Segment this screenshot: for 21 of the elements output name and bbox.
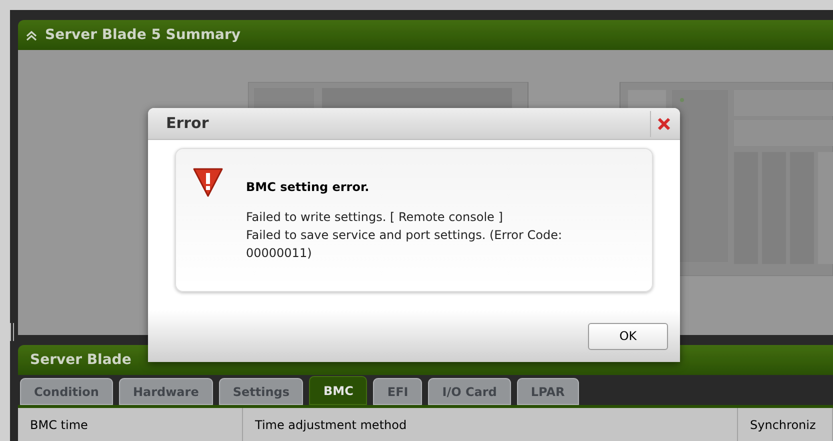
panel-title: Server Blade <box>30 350 132 370</box>
column-header[interactable]: Synchroniz <box>738 408 833 441</box>
error-message: Failed to save service and port settings. (Error Code: 00000011) <box>246 227 563 262</box>
ok-button[interactable]: OK <box>588 322 668 350</box>
collapse-chevron-icon[interactable] <box>26 30 37 40</box>
column-header[interactable]: BMC time <box>18 408 243 441</box>
tab[interactable]: EFI <box>373 378 422 405</box>
close-icon <box>656 116 670 130</box>
tab[interactable]: I/O Card <box>428 378 511 405</box>
dialog-title: Error <box>166 113 209 134</box>
panel-title: Server Blade 5 Summary <box>45 26 241 44</box>
tab[interactable]: Condition <box>20 378 113 405</box>
error-heading: BMC setting error. <box>246 179 370 196</box>
column-header[interactable]: Time adjustment method <box>243 408 738 441</box>
warning-icon <box>192 166 224 198</box>
error-message: Failed to write settings. [ Remote console ] <box>246 209 504 226</box>
tab[interactable]: Hardware <box>118 378 213 405</box>
splitter-grip-icon[interactable] <box>10 323 14 341</box>
tab[interactable]: Settings <box>218 378 304 405</box>
tab[interactable]: LPAR <box>516 378 579 405</box>
tab[interactable]: BMC <box>309 376 368 405</box>
